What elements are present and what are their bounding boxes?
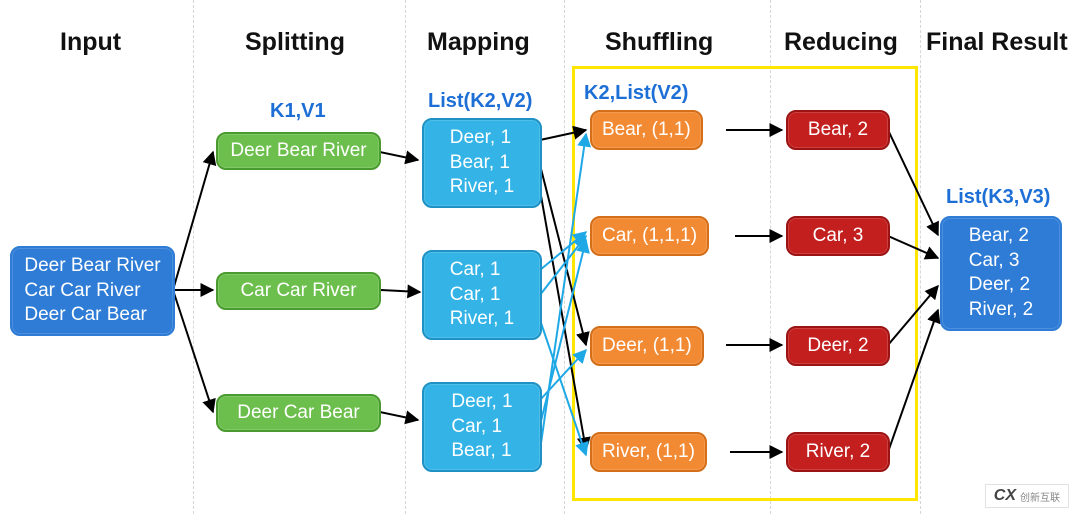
reduce-0: Bear, 2 <box>786 110 890 150</box>
final-block: Bear, 2 Car, 3 Deer, 2 River, 2 <box>940 216 1062 331</box>
map-2: Deer, 1 Car, 1 Bear, 1 <box>422 382 542 472</box>
sub-listk2v2: List(K2,V2) <box>428 90 532 113</box>
split-0: Deer Bear River <box>216 132 381 170</box>
reduce-3: River, 2 <box>786 432 890 472</box>
sub-listk3v3: List(K3,V3) <box>946 186 1050 209</box>
reduce-2: Deer, 2 <box>786 326 890 366</box>
header-reducing: Reducing <box>784 28 898 57</box>
header-final: Final Result <box>926 28 1068 57</box>
shuffle-3: River, (1,1) <box>590 432 707 472</box>
header-mapping: Mapping <box>427 28 530 57</box>
watermark-brand: 创新互联 <box>1020 489 1060 504</box>
reduce-1: Car, 3 <box>786 216 890 256</box>
shuffle-2: Deer, (1,1) <box>590 326 704 366</box>
shuffle-0: Bear, (1,1) <box>590 110 703 150</box>
map-1: Car, 1 Car, 1 River, 1 <box>422 250 542 340</box>
sub-k1v1: K1,V1 <box>270 100 326 123</box>
watermark-logo-icon: CX <box>994 487 1016 505</box>
map-0: Deer, 1 Bear, 1 River, 1 <box>422 118 542 208</box>
split-1: Car Car River <box>216 272 381 310</box>
header-input: Input <box>60 28 121 57</box>
header-splitting: Splitting <box>245 28 345 57</box>
split-2: Deer Car Bear <box>216 394 381 432</box>
shuffle-1: Car, (1,1,1) <box>590 216 709 256</box>
watermark: CX 创新互联 <box>985 484 1069 508</box>
input-block: Deer Bear River Car Car River Deer Car B… <box>10 246 175 336</box>
header-shuffling: Shuffling <box>605 28 713 57</box>
